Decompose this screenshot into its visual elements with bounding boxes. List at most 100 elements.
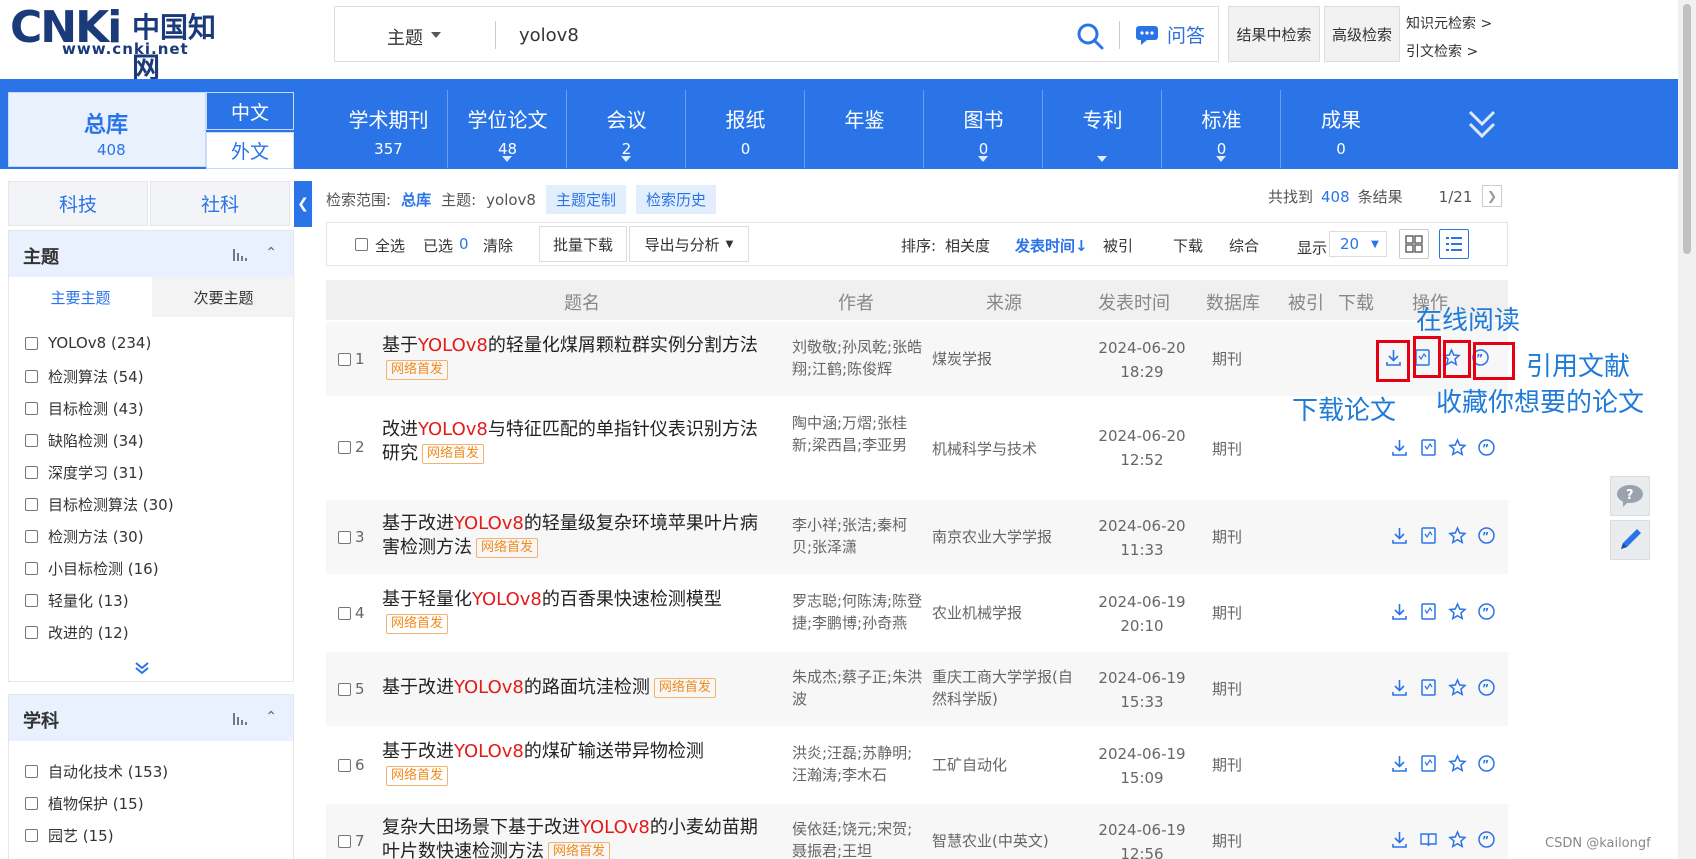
search-in-results-button[interactable]: 结果中检索 — [1228, 6, 1320, 62]
checkbox[interactable] — [338, 758, 351, 772]
source[interactable]: 重庆工商大学学报(自然科学版) — [932, 666, 1078, 710]
search-input[interactable] — [519, 21, 999, 49]
checkbox[interactable] — [25, 797, 38, 810]
download-icon[interactable] — [1390, 526, 1409, 545]
lang-foreign-tab[interactable]: 外文 — [206, 132, 294, 169]
quote-icon[interactable]: ” — [1477, 754, 1496, 773]
source[interactable]: 煤炭学报 — [932, 348, 1078, 370]
facet-item[interactable]: YOLOv8 (234) — [25, 334, 151, 352]
checkbox[interactable] — [25, 626, 38, 639]
checkbox[interactable] — [25, 594, 38, 607]
knowledge-search-link[interactable]: 知识元检索 > — [1406, 10, 1492, 38]
facet-item[interactable]: 缺陷检测 (34) — [25, 430, 144, 451]
facet-item[interactable]: 目标检测算法 (30) — [25, 494, 174, 515]
tab-theses[interactable]: 学位论文 48 — [449, 90, 567, 168]
quote-icon[interactable]: ” — [1477, 678, 1496, 697]
online-read-icon[interactable] — [1419, 678, 1438, 697]
authors[interactable]: 陶中涵;万熠;张桂新;梁西昌;李亚男 — [792, 412, 926, 456]
feedback-button[interactable]: ? — [1610, 476, 1650, 516]
paper-title[interactable]: 基于改进YOLOv8的煤矿输送带异物检测 网络首发 — [382, 740, 772, 788]
qa-button[interactable]: 问答 — [1135, 21, 1205, 48]
topic-custom-button[interactable]: 主题定制 — [545, 185, 626, 214]
checkbox[interactable] — [25, 466, 38, 479]
checkbox[interactable] — [25, 434, 38, 447]
expand-nav-icon[interactable] — [1462, 108, 1502, 142]
page-scrollbar[interactable] — [1678, 0, 1696, 859]
facet-item[interactable]: 轻量化 (13) — [25, 590, 129, 611]
authors[interactable]: 罗志聪;何陈涛;陈登捷;李鹏博;孙奇燕 — [792, 590, 926, 634]
source[interactable]: 机械科学与技术 — [932, 438, 1078, 460]
tab-total-library[interactable]: 总库 408 — [8, 92, 206, 167]
star-icon[interactable] — [1448, 830, 1467, 849]
export-analysis-button[interactable]: 导出与分析 ▼ — [629, 226, 749, 262]
scrollbar-thumb[interactable] — [1683, 4, 1691, 254]
source[interactable]: 南京农业大学学报 — [932, 526, 1078, 548]
paper-title[interactable]: 复杂大田场景下基于改进YOLOv8的小麦幼苗期叶片数快速检测方法 网络首发 — [382, 816, 772, 859]
download-icon[interactable] — [1390, 438, 1409, 457]
star-icon[interactable] — [1448, 754, 1467, 773]
paper-title[interactable]: 基于改进YOLOv8的路面坑洼检测 网络首发 — [382, 676, 782, 700]
expand-more-icon[interactable] — [133, 661, 151, 675]
next-page-button[interactable]: ❯ — [1482, 185, 1502, 207]
checkbox[interactable] — [25, 530, 38, 543]
list-view-button[interactable] — [1439, 229, 1469, 259]
star-icon[interactable] — [1448, 602, 1467, 621]
facet-item[interactable]: 植物保护 (15) — [25, 793, 144, 814]
checkbox[interactable] — [25, 402, 38, 415]
tab-standards[interactable]: 标准 0 — [1163, 90, 1281, 168]
paper-title[interactable]: 基于改进YOLOv8的轻量级复杂环境苹果叶片病害检测方法 网络首发 — [382, 512, 772, 560]
search-history-button[interactable]: 检索历史 — [635, 185, 716, 214]
authors[interactable]: 朱成杰;蔡子正;朱洪波 — [792, 666, 926, 710]
citation-search-link[interactable]: 引文检索 > — [1406, 38, 1492, 66]
download-icon[interactable] — [1390, 754, 1409, 773]
sort-relevance[interactable]: 相关度 — [945, 235, 990, 256]
collapse-up-icon[interactable]: ⌃ — [265, 709, 277, 725]
tab-secondary-topic[interactable]: 次要主题 — [152, 277, 295, 317]
online-read-icon[interactable] — [1419, 754, 1438, 773]
facet-item[interactable]: 深度学习 (31) — [25, 462, 144, 483]
authors[interactable]: 刘敬敬;孙凤乾;张皓翔;江鹤;陈俊辉 — [792, 336, 926, 380]
paper-title[interactable]: 基于YOLOv8的轻量化煤屑颗粒群实例分割方法 网络首发 — [382, 334, 772, 382]
sort-date[interactable]: 发表时间↓ — [1015, 235, 1088, 256]
facet-item[interactable]: 改进的 (12) — [25, 622, 129, 643]
online-read-icon[interactable] — [1419, 438, 1438, 457]
tab-achievements[interactable]: 成果 0 — [1282, 90, 1400, 168]
quote-icon[interactable]: ” — [1477, 438, 1496, 457]
online-read-icon[interactable] — [1419, 602, 1438, 621]
checkbox[interactable] — [338, 530, 351, 544]
page-size-select[interactable]: 20 ▼ — [1329, 231, 1387, 257]
download-icon[interactable] — [1390, 830, 1409, 849]
quote-icon[interactable]: ” — [1477, 602, 1496, 621]
checkbox[interactable] — [25, 562, 38, 575]
lang-chinese-tab[interactable]: 中文 — [206, 92, 294, 130]
select-all-checkbox[interactable] — [355, 238, 368, 251]
quote-icon[interactable]: ” — [1477, 526, 1496, 545]
checkbox[interactable] — [338, 606, 351, 620]
batch-download-button[interactable]: 批量下载 — [539, 226, 627, 262]
tab-books[interactable]: 图书 0 — [925, 90, 1043, 168]
authors[interactable]: 洪炎;汪磊;苏静明;汪瀚涛;李木石 — [792, 742, 926, 786]
checkbox[interactable] — [25, 765, 38, 778]
tab-yearbooks[interactable]: 年鉴 — [806, 90, 924, 168]
source[interactable]: 工矿自动化 — [932, 754, 1078, 776]
authors[interactable]: 李小祥;张洁;秦柯贝;张泽潇 — [792, 514, 926, 558]
tab-social-science[interactable]: 社科 — [150, 181, 290, 226]
checkbox[interactable] — [25, 829, 38, 842]
authors[interactable]: 侯依廷;饶元;宋贺;聂振君;王坦 — [792, 818, 926, 859]
book-icon[interactable] — [1419, 830, 1438, 849]
download-icon[interactable] — [1390, 678, 1409, 697]
checkbox[interactable] — [338, 834, 351, 848]
advanced-search-button[interactable]: 高级检索 — [1324, 6, 1400, 62]
collapse-up-icon[interactable]: ⌃ — [265, 245, 277, 261]
facet-item[interactable]: 检测方法 (30) — [25, 526, 144, 547]
select-all-label[interactable]: 全选 — [375, 235, 405, 256]
facet-item[interactable]: 自动化技术 (153) — [25, 761, 168, 782]
search-field-select[interactable]: 主题 — [387, 24, 423, 50]
star-icon[interactable] — [1448, 438, 1467, 457]
tab-patents[interactable]: 专利 — [1044, 90, 1162, 168]
grid-view-button[interactable] — [1399, 229, 1429, 259]
checkbox[interactable] — [338, 440, 351, 454]
star-icon[interactable] — [1448, 526, 1467, 545]
cnki-logo[interactable]: CNKi 中国知网 www.cnki.net — [10, 2, 240, 84]
quote-icon[interactable]: ” — [1477, 830, 1496, 849]
